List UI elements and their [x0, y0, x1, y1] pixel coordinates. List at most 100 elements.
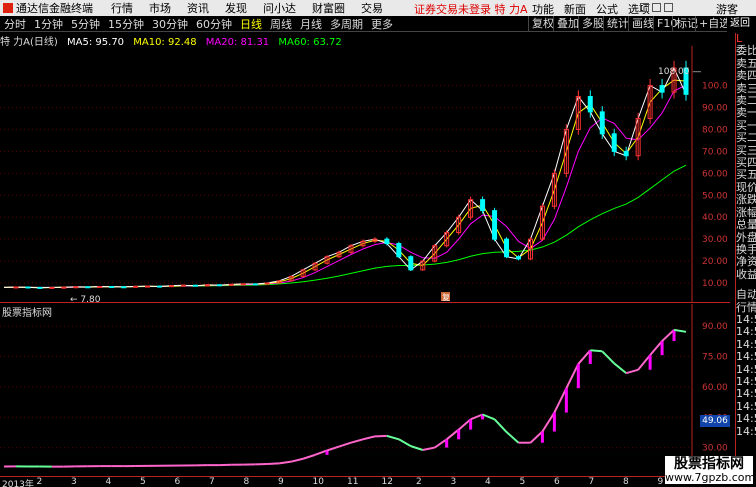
indicator-bar: [457, 429, 461, 440]
indicator-segment: [661, 329, 675, 342]
candle-body: [85, 286, 91, 289]
axis-tick-label: 50.00: [702, 191, 728, 201]
indicator-bar: [552, 412, 556, 432]
period-fenshi[interactable]: 分时: [0, 16, 30, 32]
indicator-segment: [541, 412, 556, 433]
quote-field-label: 涨跌: [736, 193, 756, 207]
date-tick-label: 5: [519, 477, 526, 487]
minimize-icon[interactable]: [640, 3, 649, 12]
date-tick-label: 7: [209, 477, 215, 487]
quote-sidebar: L 委比 卖五 卖四 卖三 卖二 卖一 买一 买二 买三 买四 买五 现价 涨跌 涨幅 总量 外盘 换手 净资 收益自…: [735, 33, 756, 476]
menu-item-caifuquan[interactable]: 财富圈: [312, 0, 345, 16]
kline-chart[interactable]: 100.0 90.00 80.00 70.00 60.00 50.00 40.00 30.00…: [0, 46, 730, 302]
ma60-line: [4, 164, 687, 288]
menu-xinmian[interactable]: 新面: [564, 1, 586, 17]
period-1min[interactable]: 1分钟: [30, 16, 67, 32]
menu-item-wenxiaoda[interactable]: 问小达: [263, 0, 296, 16]
candle-body: [192, 284, 198, 287]
indicator-segment: [590, 349, 603, 353]
candle-body: [611, 133, 617, 152]
candle-body: [252, 283, 258, 286]
period-more[interactable]: 更多: [367, 16, 397, 32]
menu-item-jiaoyi[interactable]: 交易: [361, 0, 383, 16]
quote-field-label: 收益: [736, 267, 756, 281]
period-weekly[interactable]: 周线: [266, 16, 296, 32]
candle-body: [240, 283, 246, 286]
indicator-bar: [469, 419, 473, 430]
axis-tick-label: 80.00: [702, 125, 728, 135]
date-tick-label: 7: [588, 477, 595, 487]
ma10-line: [3, 79, 687, 289]
menu-item-zixun[interactable]: 资讯: [187, 0, 209, 16]
candle-body: [25, 286, 31, 289]
trade-login-warning[interactable]: 证券交易未登录 特 力A: [414, 1, 528, 17]
date-tick-label: 3: [450, 477, 457, 487]
indicator-segment: [649, 340, 663, 356]
candle-body: [49, 286, 55, 289]
quote-field-label: 卖一: [736, 106, 756, 120]
candle-body: [180, 284, 186, 287]
tick-time-label: 14:50: [736, 412, 756, 426]
period-15min[interactable]: 15分钟: [104, 16, 148, 32]
period-30min[interactable]: 30分钟: [148, 16, 192, 32]
menu-item-faxian[interactable]: 发现: [225, 0, 247, 16]
indicator-segment: [625, 368, 639, 375]
date-tick-label: 2: [416, 477, 422, 487]
axis-tick-label: 40.00: [702, 213, 728, 223]
menu-bar: 通达信金融终端 行情 市场 资讯 发现 问小达 财富圈 交易 证券交易未登录 特…: [0, 0, 756, 16]
quote-field-label: 总量: [736, 218, 756, 232]
indicator-segment: [434, 438, 448, 449]
candle-body: [515, 256, 521, 260]
candle-body: [396, 243, 402, 258]
date-tick-label: 8: [623, 477, 629, 487]
menu-item-shichang[interactable]: 市场: [149, 0, 171, 16]
date-tick-label: 5: [140, 477, 146, 487]
date-axis: 2013年234567891011122345678910: [0, 476, 735, 487]
watermark: 股票指标网 www.7gpzb.com: [665, 456, 755, 484]
candle-body: [13, 286, 19, 289]
candle-body: [216, 284, 222, 287]
candle-body: [37, 286, 43, 289]
quote-field-label: 委比: [736, 44, 756, 58]
indicator-bar: [576, 363, 580, 389]
indicator-bar: [660, 341, 664, 356]
quote-field-label: 卖四: [736, 69, 756, 83]
period-monthly[interactable]: 月线: [296, 16, 326, 32]
pane-divider: [0, 302, 730, 303]
date-tick-label: 6: [554, 477, 560, 487]
indicator-bar: [648, 355, 652, 370]
indicator-bar: [672, 329, 676, 342]
ma20-line: [3, 84, 687, 288]
indicator-segment: [505, 431, 520, 444]
indicator-segment: [446, 428, 460, 441]
sub-axis-tick-label: 90.00: [702, 322, 728, 332]
menu-item-hangqing[interactable]: 行情: [111, 0, 133, 16]
fuquan-marker-text: 复: [442, 292, 450, 302]
axis-tick-label: 10.00: [702, 279, 728, 289]
candle-body: [599, 111, 605, 135]
indicator-segment: [314, 449, 328, 456]
back-button[interactable]: 返回: [727, 16, 756, 32]
close-icon[interactable]: [664, 3, 673, 12]
candle-body: [587, 96, 593, 113]
indicator-bar: [445, 439, 449, 448]
tick-time-label: 自动: [736, 288, 756, 302]
date-tick-label: 6: [174, 477, 181, 487]
period-5min[interactable]: 5分钟: [67, 16, 104, 32]
period-60min[interactable]: 60分钟: [192, 16, 236, 32]
menu-gongneng[interactable]: 功能: [532, 1, 554, 17]
indicator-chart[interactable]: 90.0075.0060.0045.0030.00: [0, 304, 730, 476]
period-daily[interactable]: 日线: [236, 16, 266, 32]
period-multi[interactable]: 多周期: [326, 16, 367, 32]
quote-field-label: 买二: [736, 131, 756, 145]
indicator-segment: [326, 445, 340, 452]
candle-body: [504, 238, 510, 258]
menu-gongshi[interactable]: 公式: [596, 1, 618, 17]
date-tick-label: 8: [243, 477, 250, 487]
date-tick-label: 4: [485, 477, 491, 487]
candle-body: [480, 199, 486, 212]
restore-icon[interactable]: [652, 3, 661, 12]
indicator-segment: [577, 349, 592, 365]
sub-axis-tick-label: 60.00: [702, 383, 728, 393]
guest-label[interactable]: 游客: [716, 1, 738, 17]
